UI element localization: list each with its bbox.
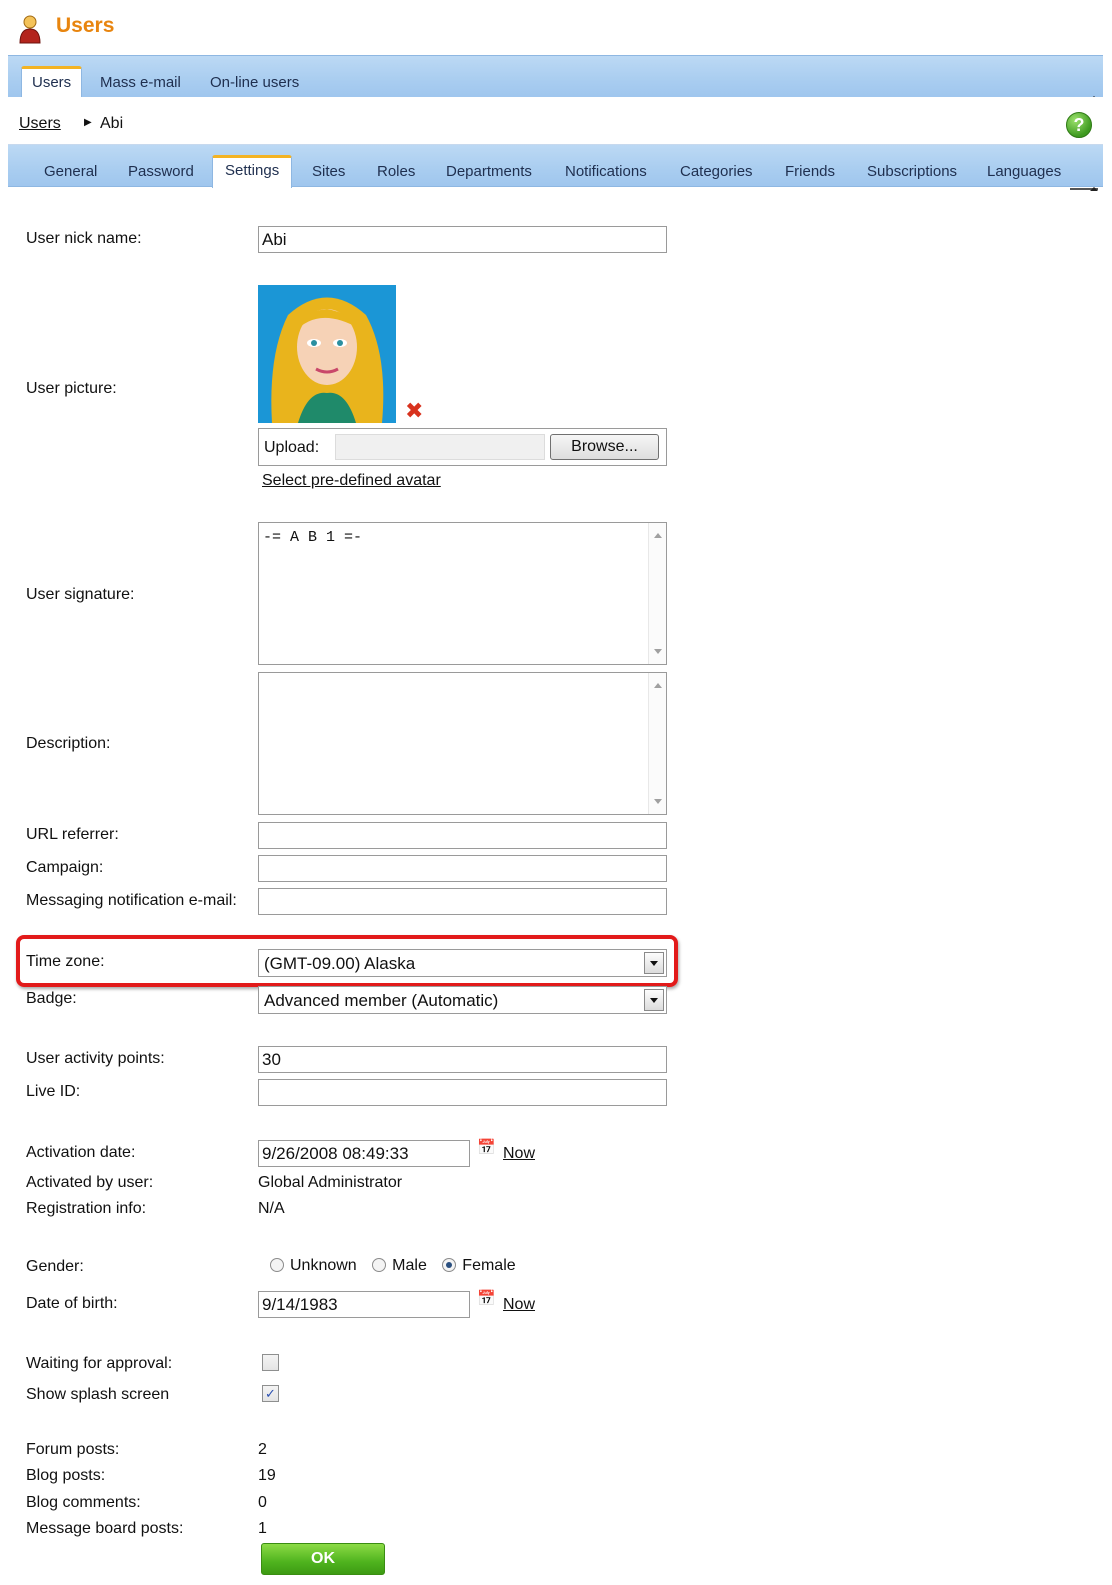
activity-points-label: User activity points:: [26, 1050, 165, 1067]
select-avatar-link[interactable]: Select pre-defined avatar: [262, 472, 441, 490]
gender-male-label: Male: [392, 1257, 427, 1274]
description-label: Description:: [26, 735, 111, 752]
live-id-input[interactable]: [258, 1079, 667, 1106]
tab-mass-email[interactable]: Mass e-mail: [90, 69, 191, 97]
upload-label: Upload:: [264, 439, 320, 456]
gender-male-radio[interactable]: [372, 1258, 387, 1272]
signature-textarea[interactable]: -= A B 1 =-: [258, 522, 667, 665]
waiting-approval-label: Waiting for approval:: [26, 1355, 173, 1372]
tab-categories[interactable]: Categories: [668, 159, 765, 187]
upload-panel: Upload: Browse...: [258, 428, 667, 466]
sub-tab-bar: General Password Settings Sites Roles De…: [8, 145, 1103, 188]
forum-posts-label: Forum posts:: [26, 1441, 120, 1458]
tab-roles[interactable]: Roles: [365, 159, 427, 187]
message-board-posts-label: Message board posts:: [26, 1520, 184, 1537]
delete-picture-icon[interactable]: ✖: [405, 400, 423, 422]
breadcrumb-arrow-icon: ▶: [84, 117, 92, 128]
tab-sites[interactable]: Sites: [300, 159, 357, 187]
date-of-birth-input[interactable]: 9/14/1983: [258, 1291, 470, 1318]
gender-radio-group: Unknown Male Female: [270, 1257, 527, 1275]
date-of-birth-label: Date of birth:: [26, 1295, 118, 1312]
tab-subscriptions[interactable]: Subscriptions: [855, 159, 969, 187]
messaging-email-input[interactable]: [258, 888, 667, 915]
user-picture-label: User picture:: [26, 380, 117, 397]
live-id-label: Live ID:: [26, 1083, 81, 1100]
user-avatar-image: [258, 285, 396, 423]
description-textarea[interactable]: [258, 672, 667, 815]
collapse-toggle-icon[interactable]: [1070, 187, 1098, 194]
blog-comments-value: 0: [258, 1494, 267, 1511]
breadcrumb: Users ▶ Abi: [8, 97, 1103, 145]
show-splash-checkbox[interactable]: ✓: [262, 1385, 279, 1402]
activity-points-input[interactable]: 30: [258, 1046, 667, 1073]
campaign-label: Campaign:: [26, 859, 104, 876]
user-icon: [19, 15, 41, 44]
badge-label: Badge:: [26, 990, 77, 1007]
waiting-approval-checkbox[interactable]: [262, 1354, 279, 1371]
tab-notifications[interactable]: Notifications: [553, 159, 659, 187]
browse-button[interactable]: Browse...: [550, 434, 659, 460]
blog-posts-value: 19: [258, 1467, 276, 1484]
gender-female-label: Female: [462, 1257, 516, 1274]
breadcrumb-users-link[interactable]: Users: [19, 115, 61, 133]
calendar-icon[interactable]: 📅: [477, 1139, 499, 1159]
tab-friends[interactable]: Friends: [773, 159, 847, 187]
campaign-input[interactable]: [258, 855, 667, 882]
badge-select[interactable]: Advanced member (Automatic): [258, 986, 667, 1014]
nick-name-label: User nick name:: [26, 230, 142, 247]
signature-text: -= A B 1 =-: [263, 529, 363, 546]
gender-unknown-radio[interactable]: [270, 1258, 284, 1272]
blog-comments-label: Blog comments:: [26, 1494, 141, 1511]
tab-departments[interactable]: Departments: [434, 159, 544, 187]
app-header: Users: [0, 0, 1112, 54]
tab-online-users[interactable]: On-line users: [200, 69, 309, 97]
activation-now-link[interactable]: Now: [503, 1145, 535, 1163]
chevron-down-icon[interactable]: [644, 989, 664, 1011]
messaging-email-label: Messaging notification e-mail:: [26, 892, 237, 909]
tab-password[interactable]: Password: [116, 159, 206, 187]
url-referrer-input[interactable]: [258, 822, 667, 849]
date-of-birth-now-link[interactable]: Now: [503, 1296, 535, 1314]
nick-name-input[interactable]: Abi: [258, 226, 667, 253]
activated-by-value: Global Administrator: [258, 1174, 403, 1191]
activated-by-label: Activated by user:: [26, 1174, 154, 1191]
url-referrer-label: URL referrer:: [26, 826, 119, 843]
breadcrumb-current: Abi: [100, 115, 124, 132]
badge-value: Advanced member (Automatic): [264, 991, 499, 1010]
gender-label: Gender:: [26, 1258, 84, 1275]
gender-female-radio[interactable]: [442, 1258, 457, 1272]
top-tab-bar: Users Mass e-mail On-line users: [8, 55, 1103, 98]
tab-settings[interactable]: Settings: [212, 155, 293, 188]
page-title: Users: [56, 14, 115, 37]
registration-info-label: Registration info:: [26, 1200, 147, 1217]
tab-languages[interactable]: Languages: [975, 159, 1073, 187]
calendar-icon[interactable]: 📅: [477, 1290, 499, 1310]
blog-posts-label: Blog posts:: [26, 1467, 106, 1484]
activation-date-label: Activation date:: [26, 1144, 136, 1161]
upload-file-input[interactable]: [335, 434, 545, 460]
scrollbar[interactable]: [648, 523, 666, 664]
help-icon[interactable]: ?: [1066, 112, 1092, 138]
activation-date-input[interactable]: 9/26/2008 08:49:33: [258, 1140, 470, 1167]
tab-general[interactable]: General: [32, 159, 109, 187]
forum-posts-value: 2: [258, 1441, 267, 1458]
show-splash-label: Show splash screen: [26, 1386, 170, 1403]
signature-label: User signature:: [26, 586, 135, 603]
scrollbar[interactable]: [648, 673, 666, 814]
ok-button[interactable]: OK: [261, 1543, 385, 1575]
gender-unknown-label: Unknown: [290, 1257, 357, 1274]
registration-info-value: N/A: [258, 1200, 285, 1217]
message-board-posts-value: 1: [258, 1520, 267, 1537]
highlight-annotation: [16, 935, 678, 987]
tab-users[interactable]: Users: [21, 66, 83, 98]
